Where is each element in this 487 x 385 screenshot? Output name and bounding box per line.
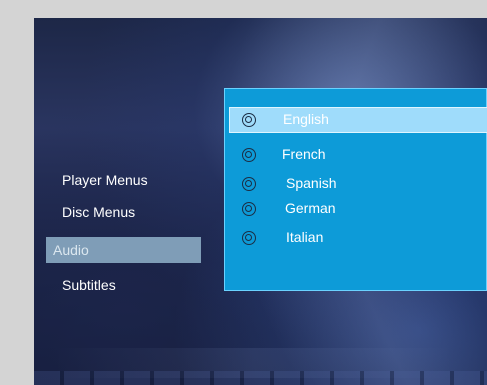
menu-item-disc-menus[interactable]: Disc Menus bbox=[62, 204, 135, 220]
radio-icon bbox=[242, 202, 256, 216]
radio-icon bbox=[242, 177, 256, 191]
audio-language-panel: English French Spanish German Italian bbox=[224, 88, 487, 291]
audio-option-italian[interactable]: Italian bbox=[225, 226, 487, 250]
radio-icon bbox=[242, 231, 256, 245]
menu-item-audio[interactable]: Audio bbox=[46, 237, 201, 263]
audio-option-french[interactable]: French bbox=[225, 143, 487, 167]
radio-icon bbox=[242, 148, 256, 162]
decorative-bottom-strip bbox=[34, 371, 487, 385]
menu-item-player-menus[interactable]: Player Menus bbox=[62, 172, 148, 188]
radio-icon bbox=[242, 113, 256, 127]
audio-option-spanish[interactable]: Spanish bbox=[225, 172, 487, 196]
audio-option-label: Spanish bbox=[286, 175, 337, 191]
menu-item-subtitles[interactable]: Subtitles bbox=[62, 277, 116, 293]
audio-option-german[interactable]: German bbox=[225, 197, 487, 221]
audio-option-label: Italian bbox=[286, 229, 324, 245]
audio-option-label: French bbox=[282, 146, 326, 162]
audio-option-label: German bbox=[285, 200, 336, 216]
audio-option-english[interactable]: English bbox=[229, 107, 487, 133]
audio-option-label: English bbox=[283, 111, 329, 127]
